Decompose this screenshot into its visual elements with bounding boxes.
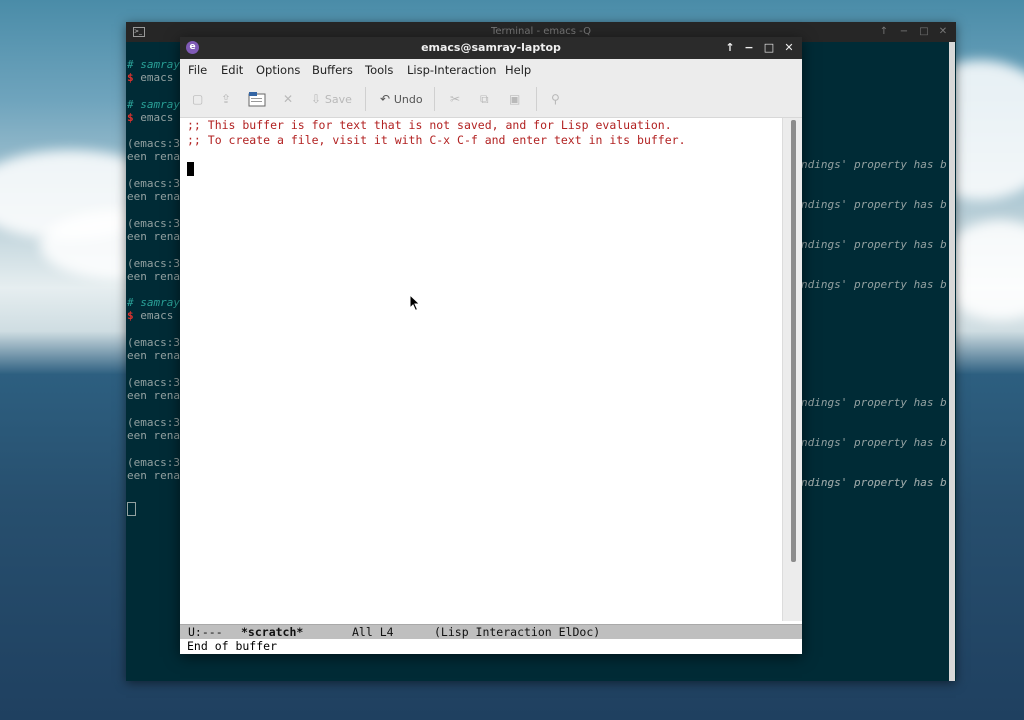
undo-label: Undo (393, 93, 423, 106)
terminal-warning-line: (emacs:3 (127, 137, 180, 150)
editor-buffer[interactable]: ;; This buffer is for text that is not s… (180, 118, 782, 621)
terminal-warning-line: (emacs:3 (127, 177, 180, 190)
terminal-warning-line: ndings' property has b (801, 198, 947, 211)
mode-line: U:--- *scratch* All L4 (Lisp Interaction… (180, 624, 802, 639)
terminal-warning-line: een rena (127, 349, 180, 362)
terminal-prompt-user: # samray (127, 98, 180, 111)
toolbar-separator (536, 87, 537, 111)
terminal-prompt-command: $ emacs (127, 71, 174, 84)
search-icon[interactable]: ⚲ (551, 91, 560, 107)
toolbar-separator (434, 87, 435, 111)
mouse-pointer-icon (409, 294, 421, 312)
terminal-warning-line: ndings' property has b (801, 278, 947, 291)
terminal-warning-line: ndings' property has b (801, 476, 947, 489)
open-directory-icon[interactable] (248, 91, 266, 111)
terminal-warning-line: een rena (127, 190, 180, 203)
text-cursor (187, 162, 194, 176)
maximize-icon[interactable]: □ (762, 41, 776, 55)
emacs-title: emacs@samray-laptop (421, 41, 561, 54)
minimize-icon[interactable]: − (897, 25, 911, 39)
echo-area[interactable]: End of buffer (180, 639, 802, 654)
copy-icon[interactable]: ⧉ (480, 91, 489, 107)
prompt-dollar: $ (127, 111, 134, 124)
close-icon[interactable]: ✕ (782, 41, 796, 55)
terminal-prompt-command: $ emacs (127, 111, 174, 124)
menu-file[interactable]: File (188, 63, 207, 77)
paste-icon[interactable]: ▣ (509, 91, 520, 107)
terminal-warning-line: een rena (127, 270, 180, 283)
modeline-status: U:--- (188, 625, 223, 639)
terminal-scrollbar[interactable] (949, 42, 955, 681)
terminal-warning-line: ndings' property has b (801, 158, 947, 171)
save-label: Save (324, 93, 352, 106)
terminal-warning-line: (emacs:3 (127, 336, 180, 349)
toolbar-separator (365, 87, 366, 111)
vertical-scrollbar[interactable] (782, 118, 802, 621)
open-file-icon[interactable]: ⇪ (221, 91, 231, 107)
menu-bar: File Edit Options Buffers Tools Lisp-Int… (180, 59, 802, 81)
terminal-warning-line: een rena (127, 389, 180, 402)
echo-message: End of buffer (187, 639, 278, 653)
menu-buffers[interactable]: Buffers (312, 63, 353, 77)
menu-help[interactable]: Help (505, 63, 531, 77)
modeline-buffer-name[interactable]: *scratch* (241, 625, 303, 639)
terminal-warning-line: een rena (127, 150, 180, 163)
save-button[interactable]: ⇩ Save (311, 91, 352, 108)
pin-up-icon[interactable]: ↑ (723, 41, 737, 55)
modeline-position: All L4 (352, 625, 394, 639)
terminal-warning-line: ndings' property has b (801, 436, 947, 449)
terminal-warning-line: (emacs:3 (127, 217, 180, 230)
terminal-warning-line: ndings' property has b (801, 238, 947, 251)
terminal-prompt-command: $ emacs (127, 309, 174, 322)
new-file-icon[interactable]: ▢ (192, 91, 203, 107)
emacs-window[interactable]: e emacs@samray-laptop ↑ − □ ✕ File Edit … (180, 37, 802, 654)
scrollbar-thumb[interactable] (791, 120, 796, 562)
buffer-line: ;; To create a file, visit it with C-x C… (187, 133, 686, 147)
minimize-icon[interactable]: − (742, 41, 756, 55)
toolbar: ▢ ⇪ ✕ ⇩ Save ↶ Undo ✂ ⧉ ▣ ⚲ (180, 81, 802, 118)
prompt-dollar: $ (127, 71, 134, 84)
terminal-warning-line: een rena (127, 469, 180, 482)
terminal-prompt-user: # samray (127, 296, 180, 309)
cut-icon[interactable]: ✂ (450, 91, 460, 107)
undo-button[interactable]: ↶ Undo (380, 91, 423, 108)
terminal-prompt-user: # samray (127, 58, 180, 71)
terminal-warning-line: ndings' property has b (801, 396, 947, 409)
close-icon[interactable]: ✕ (936, 25, 950, 39)
emacs-titlebar[interactable]: e emacs@samray-laptop ↑ − □ ✕ (180, 37, 802, 59)
prompt-dollar: $ (127, 309, 134, 322)
terminal-warning-line: (emacs:3 (127, 416, 180, 429)
menu-edit[interactable]: Edit (221, 63, 243, 77)
menu-lisp-interaction[interactable]: Lisp-Interaction (407, 63, 496, 77)
terminal-warning-line: (emacs:3 (127, 456, 180, 469)
terminal-cursor (127, 502, 136, 516)
terminal-warning-line: een rena (127, 429, 180, 442)
menu-options[interactable]: Options (256, 63, 300, 77)
modeline-modes[interactable]: (Lisp Interaction ElDoc) (434, 625, 600, 639)
close-buffer-icon[interactable]: ✕ (283, 91, 293, 107)
maximize-icon[interactable]: □ (917, 25, 931, 39)
buffer-line: ;; This buffer is for text that is not s… (187, 118, 672, 132)
terminal-warning-line: (emacs:3 (127, 376, 180, 389)
pin-up-icon[interactable]: ↑ (877, 25, 891, 39)
terminal-title: Terminal - emacs -Q (491, 26, 591, 37)
menu-tools[interactable]: Tools (365, 63, 393, 77)
terminal-warning-line: een rena (127, 230, 180, 243)
terminal-warning-line: (emacs:3 (127, 257, 180, 270)
